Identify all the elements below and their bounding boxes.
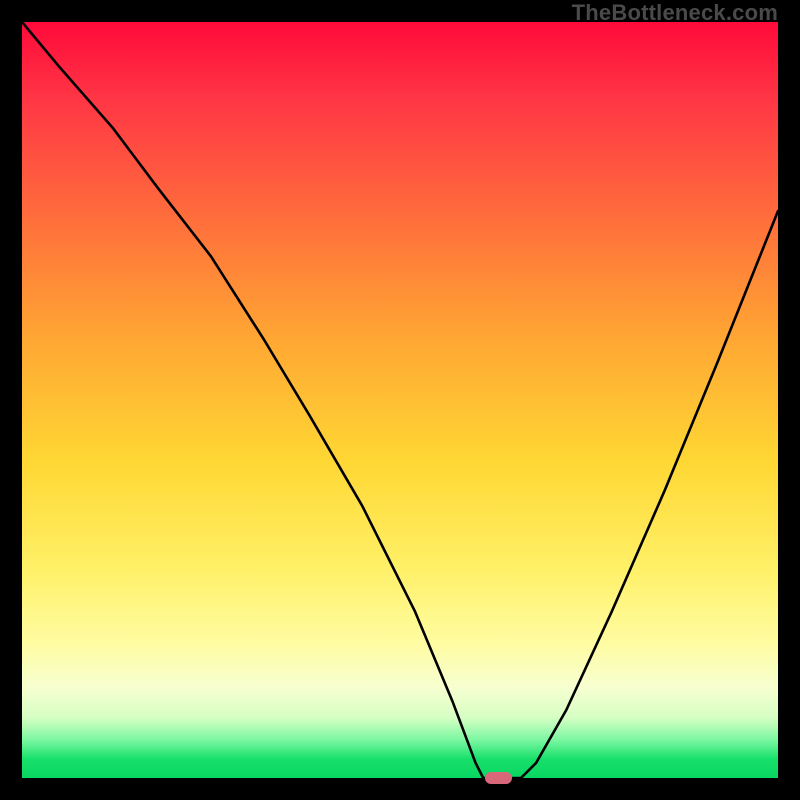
watermark-text: TheBottleneck.com bbox=[572, 0, 778, 26]
chart-frame: TheBottleneck.com bbox=[0, 0, 800, 800]
curve-path bbox=[22, 22, 778, 778]
bottleneck-curve bbox=[22, 22, 778, 778]
optimal-marker bbox=[485, 772, 511, 784]
